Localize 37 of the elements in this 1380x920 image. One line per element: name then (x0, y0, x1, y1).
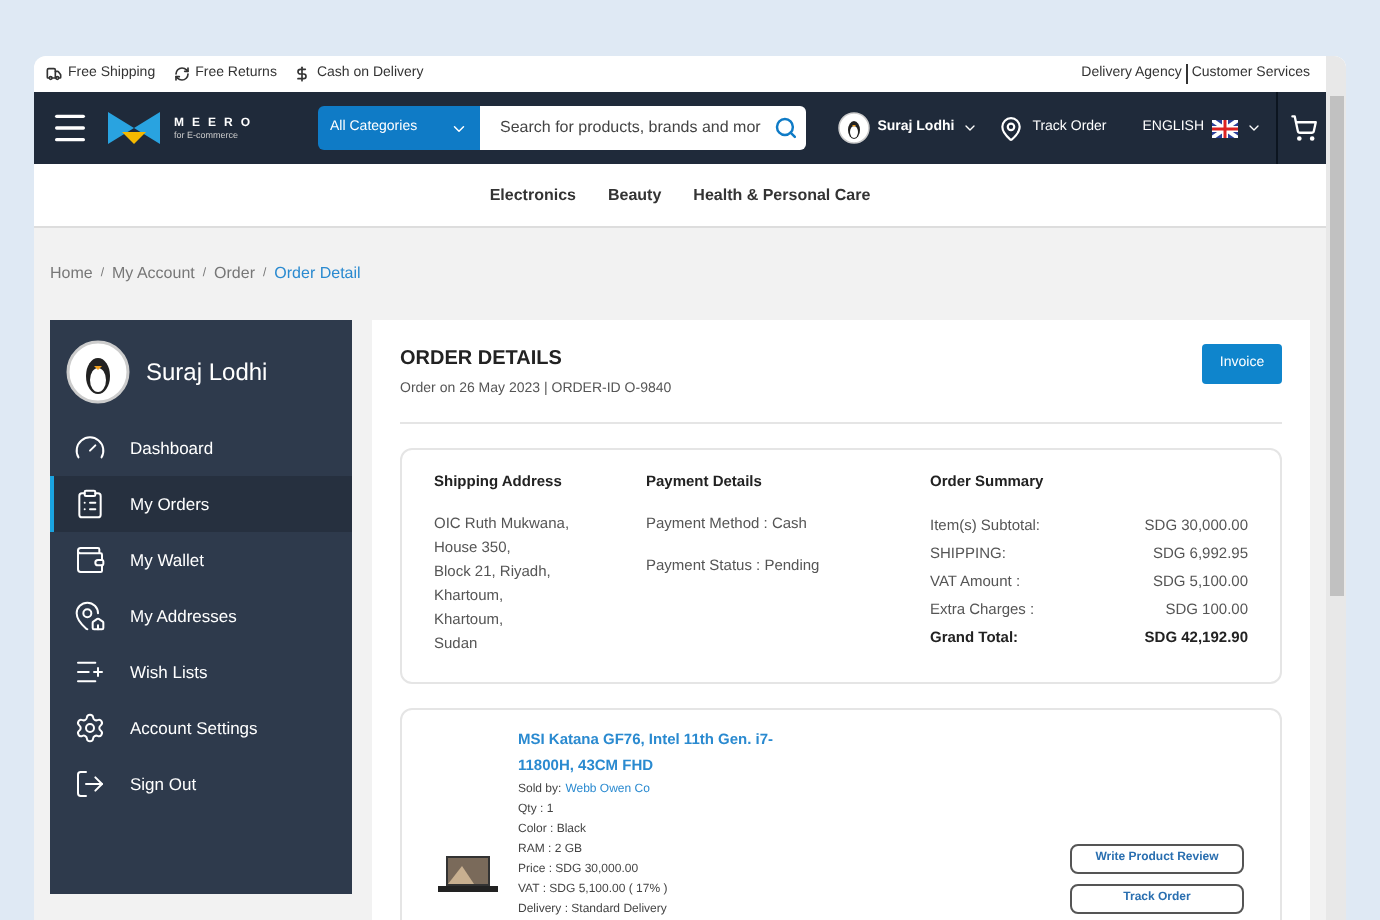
settings-icon (74, 712, 106, 744)
laptop-icon (438, 853, 498, 893)
gauge-icon (74, 432, 106, 464)
breadcrumb-link[interactable]: Order (214, 262, 255, 287)
sidebar-username: Suraj Lodhi (146, 356, 268, 390)
search-icon[interactable] (774, 116, 799, 141)
sidebar-item[interactable]: Account Settings (50, 700, 352, 756)
location-home-icon (74, 600, 106, 632)
avatar-icon (66, 340, 130, 404)
map-pin-icon[interactable] (998, 115, 1025, 142)
sidebar-item[interactable]: Sign Out (50, 756, 352, 812)
cart-icon[interactable] (1290, 114, 1318, 143)
breadcrumb-link[interactable]: Home (50, 262, 93, 287)
avatar-icon (837, 112, 870, 145)
search-field[interactable]: Search for products, brands and mor (500, 116, 775, 141)
refresh-icon (173, 66, 190, 83)
sign-out-icon (74, 768, 106, 800)
category-link[interactable]: Beauty (607, 183, 662, 208)
sidebar-item[interactable]: My Addresses (50, 588, 352, 644)
sidebar-item[interactable]: My Wallet (50, 532, 352, 588)
category-link[interactable]: Health & Personal Care (693, 183, 871, 208)
sidebar-item[interactable]: Wish Lists (50, 644, 352, 700)
scrollbar[interactable] (1326, 56, 1346, 920)
logo-icon (106, 108, 162, 149)
sidebar-item[interactable]: Dashboard (50, 420, 352, 476)
truck-icon (46, 66, 62, 83)
list-add-icon (74, 656, 106, 688)
sidebar-item[interactable]: My Orders (50, 476, 352, 532)
wallet-icon (74, 544, 106, 576)
flag-icon (1212, 119, 1238, 138)
search-bar[interactable]: Search for products, brands and mor (480, 106, 807, 151)
clipboard-icon (74, 488, 106, 520)
dollar-icon (294, 66, 311, 83)
breadcrumb-link[interactable]: My Account (112, 262, 195, 287)
scrollbar-thumb[interactable] (1329, 96, 1343, 596)
order-title: ORDER DETAILS (400, 346, 564, 374)
category-link[interactable]: Electronics (489, 183, 576, 208)
